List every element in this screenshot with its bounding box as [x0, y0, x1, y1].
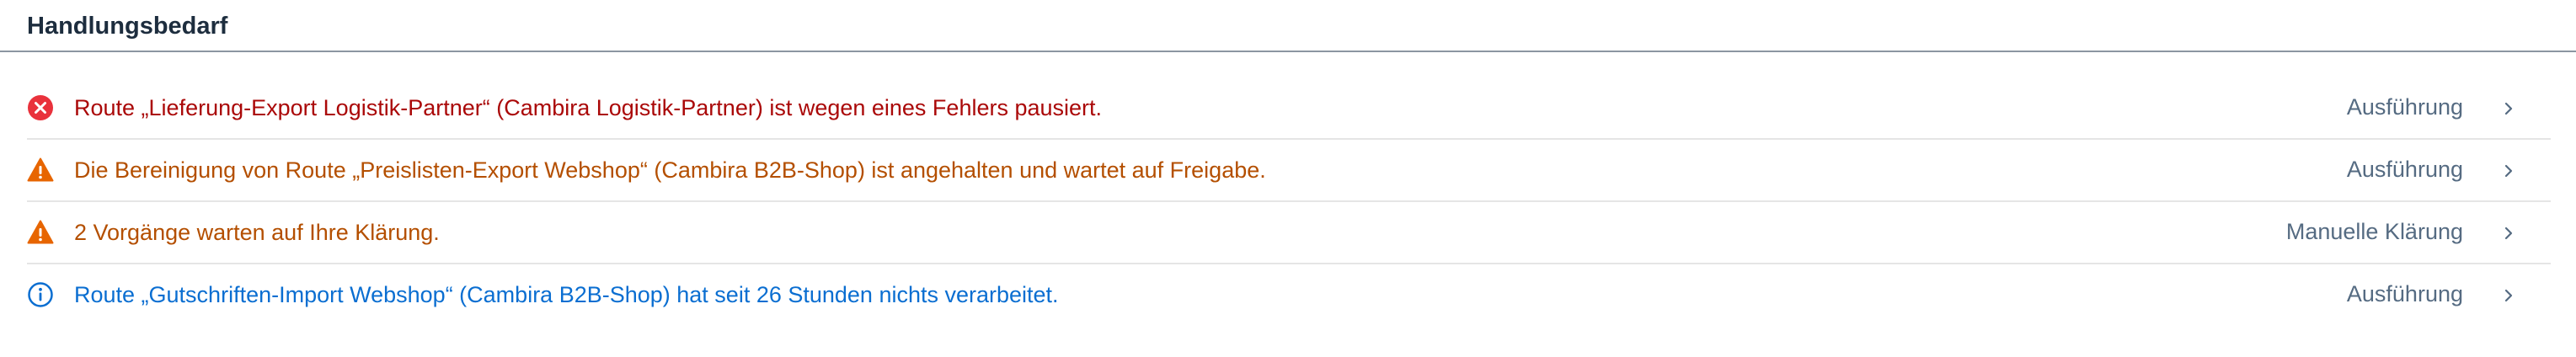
info-circle-icon: [27, 281, 54, 308]
item-action-label: Ausführung: [2346, 281, 2463, 306]
warning-triangle-icon: [27, 157, 54, 184]
item-message: 2 Vorgänge warten auf Ihre Klärung.: [74, 220, 440, 245]
chevron-right-icon: [2499, 98, 2519, 120]
action-required-panel: Handlungsbedarf Route „Lieferung-Export …: [0, 0, 2576, 357]
list-item-gutschriften-import[interactable]: Route „Gutschriften-Import Webshop“ (Cam…: [27, 264, 2551, 327]
error-circle-icon: [27, 94, 54, 121]
item-message: Die Bereinigung von Route „Preislisten-E…: [74, 157, 1266, 183]
list-item-preislisten-export[interactable]: Die Bereinigung von Route „Preislisten-E…: [27, 140, 2551, 202]
list-item-vorgaenge-klaerung[interactable]: 2 Vorgänge warten auf Ihre Klärung. Manu…: [27, 202, 2551, 264]
action-list: Route „Lieferung-Export Logistik-Partner…: [27, 77, 2551, 327]
item-message: Route „Lieferung-Export Logistik-Partner…: [74, 95, 1103, 120]
chevron-right-icon: [2499, 222, 2519, 244]
item-action-label: Ausführung: [2346, 157, 2463, 182]
panel-title: Handlungsbedarf: [27, 13, 228, 40]
chevron-right-icon: [2499, 285, 2519, 306]
panel-header: Handlungsbedarf: [0, 0, 2576, 52]
item-action-label: Ausführung: [2346, 94, 2463, 120]
item-action-label: Manuelle Klärung: [2285, 219, 2463, 244]
item-message: Route „Gutschriften-Import Webshop“ (Cam…: [74, 282, 1059, 307]
chevron-right-icon: [2499, 160, 2519, 182]
warning-triangle-icon: [27, 219, 54, 246]
list-item-lieferung-export[interactable]: Route „Lieferung-Export Logistik-Partner…: [27, 77, 2551, 140]
